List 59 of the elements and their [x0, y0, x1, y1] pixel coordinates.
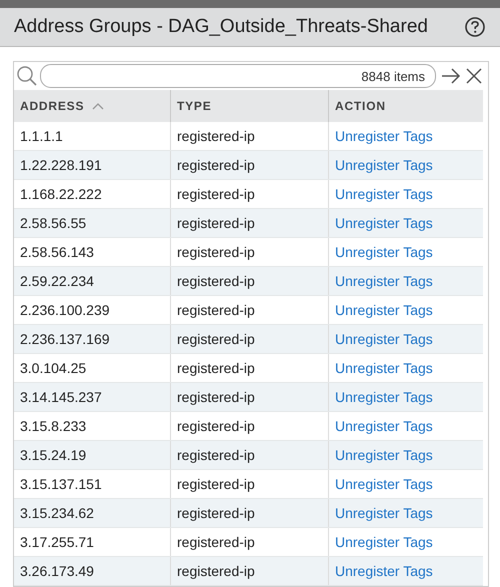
search-icon[interactable]: [16, 65, 38, 87]
table-cell: 1.168.22.222: [20, 186, 102, 202]
table-cell: 3.14.145.237: [20, 389, 102, 405]
table-cell: 2.58.56.55: [20, 215, 86, 231]
table-cell: registered-ip: [177, 534, 255, 550]
table-cell: 3.0.104.25: [20, 360, 86, 376]
unregister-tags-link[interactable]: Unregister Tags: [335, 302, 433, 318]
table-cell: 3.26.173.49: [20, 563, 94, 579]
table-cell: 1.22.228.191: [20, 157, 102, 173]
column-label: ADDRESS: [20, 99, 84, 113]
table-cell: registered-ip: [177, 389, 255, 405]
column-label: ACTION: [335, 99, 386, 113]
unregister-tags-link[interactable]: Unregister Tags: [335, 331, 433, 347]
table-cell: registered-ip: [177, 128, 255, 144]
table-cell: 2.236.100.239: [20, 302, 110, 318]
table-cell: registered-ip: [177, 244, 255, 260]
unregister-tags-link[interactable]: Unregister Tags: [335, 360, 433, 376]
table-cell: registered-ip: [177, 505, 255, 521]
window-title: Address Groups - DAG_Outside_Threats-Shared: [14, 16, 428, 38]
arrow-right-icon[interactable]: [440, 66, 462, 86]
table-cell: 3.15.8.233: [20, 418, 86, 434]
column-header[interactable]: ACTION: [329, 90, 483, 122]
table-cell: registered-ip: [177, 360, 255, 376]
table-cell: registered-ip: [177, 476, 255, 492]
table-cell: 2.58.56.143: [20, 244, 94, 260]
table-cell: registered-ip: [177, 418, 255, 434]
table-cell: registered-ip: [177, 157, 255, 173]
column-label: TYPE: [177, 99, 212, 113]
filter-field[interactable]: 8848 items: [40, 64, 436, 88]
unregister-tags-link[interactable]: Unregister Tags: [335, 476, 433, 492]
unregister-tags-link[interactable]: Unregister Tags: [335, 215, 433, 231]
table-cell: registered-ip: [177, 302, 255, 318]
unregister-tags-link[interactable]: Unregister Tags: [335, 128, 433, 144]
unregister-tags-link[interactable]: Unregister Tags: [335, 447, 433, 463]
table-cell: 3.15.234.62: [20, 505, 94, 521]
unregister-tags-link[interactable]: Unregister Tags: [335, 157, 433, 173]
table-cell: registered-ip: [177, 186, 255, 202]
table-cell: 2.59.22.234: [20, 273, 94, 289]
unregister-tags-link[interactable]: Unregister Tags: [335, 244, 433, 260]
table-cell: registered-ip: [177, 273, 255, 289]
table-cell: 1.1.1.1: [20, 128, 63, 144]
unregister-tags-link[interactable]: Unregister Tags: [335, 418, 433, 434]
table-cell: registered-ip: [177, 447, 255, 463]
close-icon[interactable]: [464, 66, 484, 86]
unregister-tags-link[interactable]: Unregister Tags: [335, 534, 433, 550]
table-cell: registered-ip: [177, 215, 255, 231]
table-cell: 2.236.137.169: [20, 331, 110, 347]
table-cell: 3.15.24.19: [20, 447, 86, 463]
help-icon[interactable]: [464, 16, 486, 38]
table-cell: registered-ip: [177, 331, 255, 347]
unregister-tags-link[interactable]: Unregister Tags: [335, 389, 433, 405]
table-cell: 3.15.137.151: [20, 476, 102, 492]
unregister-tags-link[interactable]: Unregister Tags: [335, 273, 433, 289]
item-count: 8848 items: [361, 68, 425, 84]
table-cell: 3.17.255.71: [20, 534, 94, 550]
unregister-tags-link[interactable]: Unregister Tags: [335, 563, 433, 579]
unregister-tags-link[interactable]: Unregister Tags: [335, 505, 433, 521]
table-cell: registered-ip: [177, 563, 255, 579]
unregister-tags-link[interactable]: Unregister Tags: [335, 186, 433, 202]
